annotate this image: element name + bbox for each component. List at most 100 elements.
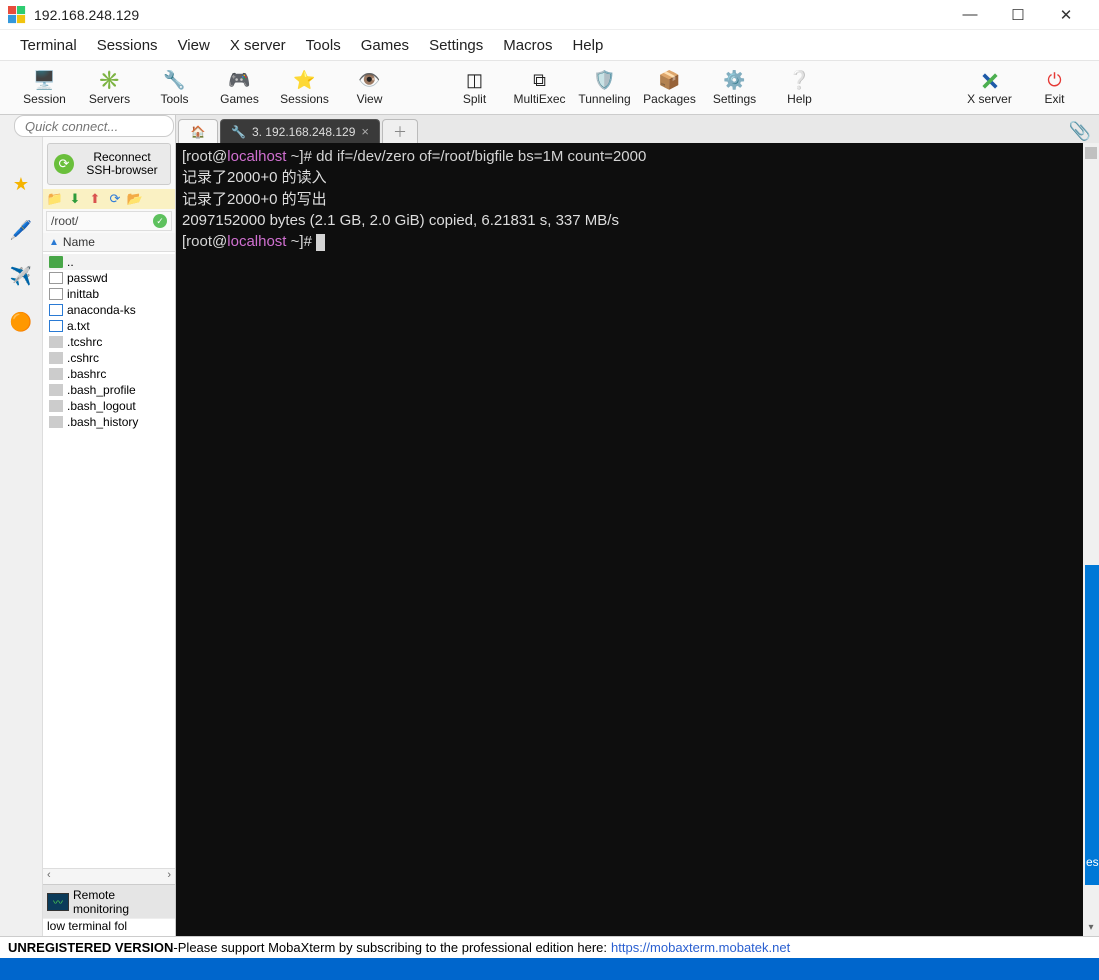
quick-connect — [14, 115, 174, 140]
toolbar-multiexec[interactable]: ⧉MultiExec — [507, 63, 572, 113]
sessions-icon: ⭐ — [293, 70, 315, 92]
close-button[interactable]: ✕ — [1051, 6, 1081, 24]
file-item[interactable]: anaconda-ks — [43, 302, 175, 318]
sidebar: ★ 🖊️ ✈️ 🟠 ⟳ ReconnectSSH-browser 📁 ⬇ ⬆ ⟳… — [0, 115, 176, 936]
packages-icon: 📦 — [658, 70, 680, 92]
file-item[interactable]: passwd — [43, 270, 175, 286]
remote-monitoring-button[interactable]: 〰 Remotemonitoring — [43, 884, 175, 918]
content-area: 📎 🏠 🔧 3. 192.168.248.129 × ＋ [root@local… — [176, 115, 1099, 936]
terminal-tab-icon: 🔧 — [231, 125, 246, 139]
paperclip-icon[interactable]: 📎 — [1069, 121, 1091, 142]
tab-add[interactable]: ＋ — [382, 119, 418, 143]
menu-sessions[interactable]: Sessions — [91, 35, 164, 56]
toolbar: 🖥️Session ✳️Servers 🔧Tools 🎮Games ⭐Sessi… — [0, 60, 1099, 115]
terminal-cursor — [316, 234, 325, 251]
toolbar-help[interactable]: ❔Help — [767, 63, 832, 113]
monitor-icon: 〰 — [47, 893, 69, 911]
toolbar-settings[interactable]: ⚙️Settings — [702, 63, 767, 113]
hidden-icon — [49, 400, 63, 412]
folder-icon[interactable]: 📁 — [47, 191, 63, 207]
file-item[interactable]: .bash_logout — [43, 398, 175, 414]
file-item[interactable]: .bash_profile — [43, 382, 175, 398]
menu-tools[interactable]: Tools — [300, 35, 347, 56]
file-item[interactable]: a.txt — [43, 318, 175, 334]
toolbar-exit[interactable]: ⏻Exit — [1022, 63, 1087, 113]
scroll-left-icon[interactable]: ‹ — [43, 869, 55, 884]
low-terminal-option[interactable]: low terminal fol — [43, 918, 175, 936]
file-item[interactable]: inittab — [43, 286, 175, 302]
games-icon: 🎮 — [228, 70, 250, 92]
toolbar-view[interactable]: 👁️View — [337, 63, 402, 113]
file-item[interactable]: .bashrc — [43, 366, 175, 382]
file-name: .cshrc — [67, 351, 99, 365]
scroll-down-icon[interactable]: ▾ — [1083, 920, 1099, 936]
toolbar-split[interactable]: ◫Split — [442, 63, 507, 113]
unregistered-label: UNREGISTERED VERSION — [8, 940, 173, 955]
settings-icon: ⚙️ — [723, 70, 745, 92]
sidetab-globe-icon[interactable]: 🟠 — [7, 308, 35, 336]
menu-terminal[interactable]: Terminal — [14, 35, 83, 56]
menu-games[interactable]: Games — [355, 35, 415, 56]
file-item[interactable]: .cshrc — [43, 350, 175, 366]
file-name: .tcshrc — [67, 335, 102, 349]
menu-xserver[interactable]: X server — [224, 35, 292, 56]
sidetab-tools-icon[interactable]: 🖊️ — [7, 216, 35, 244]
current-path[interactable]: /root/ — [51, 214, 153, 228]
titlebar: 192.168.248.129 — ☐ ✕ — [0, 0, 1099, 30]
session-icon: 🖥️ — [33, 70, 55, 92]
hidden-icon — [49, 336, 63, 348]
quick-connect-input[interactable] — [14, 115, 174, 137]
file-icon — [49, 272, 63, 284]
file-toolbar: 📁 ⬇ ⬆ ⟳ 📂 — [43, 189, 175, 209]
menu-help[interactable]: Help — [566, 35, 609, 56]
maximize-button[interactable]: ☐ — [1003, 6, 1033, 24]
toolbar-tunneling[interactable]: 🛡️Tunneling — [572, 63, 637, 113]
exit-icon: ⏻ — [1047, 70, 1061, 92]
newfolder-icon[interactable]: 📂 — [127, 191, 143, 207]
servers-icon: ✳️ — [98, 70, 120, 92]
file-header[interactable]: ▲Name — [43, 233, 175, 252]
toolbar-sessions[interactable]: ⭐Sessions — [272, 63, 337, 113]
tab-close-icon[interactable]: × — [361, 124, 369, 139]
toolbar-session[interactable]: 🖥️Session — [12, 63, 77, 113]
upload-icon[interactable]: ⬆ — [87, 191, 103, 207]
toolbar-packages[interactable]: 📦Packages — [637, 63, 702, 113]
view-icon: 👁️ — [358, 70, 380, 92]
toolbar-tools[interactable]: 🔧Tools — [142, 63, 207, 113]
tab-session-active[interactable]: 🔧 3. 192.168.248.129 × — [220, 119, 380, 143]
file-name: .bash_profile — [67, 383, 136, 397]
scroll-right-icon[interactable]: › — [163, 869, 175, 884]
multiexec-icon: ⧉ — [533, 70, 546, 92]
sidetab-send-icon[interactable]: ✈️ — [7, 262, 35, 290]
toolbar-servers[interactable]: ✳️Servers — [77, 63, 142, 113]
minimize-button[interactable]: — — [955, 6, 985, 24]
file-item[interactable]: .tcshrc — [43, 334, 175, 350]
tab-label: 3. 192.168.248.129 — [252, 125, 355, 139]
menu-view[interactable]: View — [172, 35, 216, 56]
toolbar-xserver[interactable]: X server — [957, 63, 1022, 113]
file-name: anaconda-ks — [67, 303, 136, 317]
file-item[interactable]: .. — [43, 254, 175, 270]
scroll-thumb[interactable] — [1085, 147, 1097, 159]
refresh-icon[interactable]: ⟳ — [107, 191, 123, 207]
folder-icon — [49, 256, 63, 268]
menu-settings[interactable]: Settings — [423, 35, 489, 56]
app-icon — [8, 6, 26, 24]
help-icon: ❔ — [788, 70, 810, 92]
footer-unregistered: UNREGISTERED VERSION - Please support Mo… — [0, 936, 1099, 958]
file-item[interactable]: .bash_history — [43, 414, 175, 430]
sidetab-favorites-icon[interactable]: ★ — [7, 170, 35, 198]
xserver-icon — [981, 70, 999, 92]
reconnect-button[interactable]: ⟳ ReconnectSSH-browser — [47, 143, 171, 185]
download-icon[interactable]: ⬇ — [67, 191, 83, 207]
menu-macros[interactable]: Macros — [497, 35, 558, 56]
path-ok-icon: ✓ — [153, 214, 167, 228]
file-list: ..passwdinittabanaconda-ksa.txt.tcshrc .c… — [43, 252, 175, 868]
footer-link[interactable]: https://mobaxterm.mobatek.net — [611, 940, 790, 955]
toolbar-games[interactable]: 🎮Games — [207, 63, 272, 113]
home-icon: 🏠 — [191, 125, 206, 139]
tab-home[interactable]: 🏠 — [178, 119, 218, 143]
terminal[interactable]: [root@localhost ~]# dd if=/dev/zero of=/… — [176, 143, 1099, 936]
tunneling-icon: 🛡️ — [593, 70, 615, 92]
file-name: .bashrc — [67, 367, 106, 381]
